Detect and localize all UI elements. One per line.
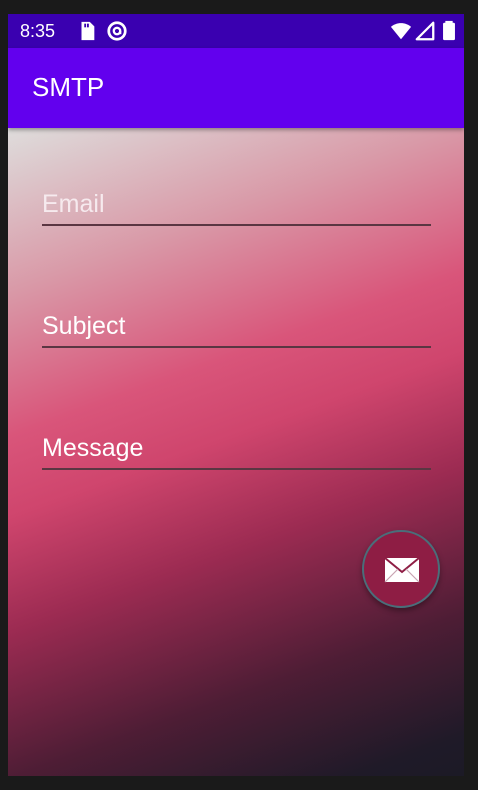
- phone-screen: 8:35 SMTP Email Subject Message: [8, 14, 464, 776]
- battery-icon: [438, 20, 460, 42]
- subject-field[interactable]: Subject: [42, 304, 431, 348]
- wifi-icon: [390, 20, 412, 42]
- message-placeholder: Message: [42, 434, 144, 462]
- status-bar: 8:35: [8, 14, 464, 48]
- message-field[interactable]: Message: [42, 426, 431, 470]
- send-button[interactable]: [362, 530, 440, 608]
- app-title: SMTP: [32, 72, 105, 102]
- subject-placeholder: Subject: [42, 312, 126, 340]
- form-container: Email Subject Message: [8, 128, 464, 776]
- status-time: 8:35: [20, 21, 56, 41]
- signal-icon: [414, 20, 436, 42]
- sd-card-icon: [76, 20, 98, 42]
- app-bar: SMTP: [8, 48, 464, 128]
- envelope-icon: [384, 557, 420, 583]
- email-field[interactable]: Email: [42, 182, 431, 226]
- email-placeholder: Email: [42, 190, 105, 218]
- circle-a-icon: [106, 20, 128, 42]
